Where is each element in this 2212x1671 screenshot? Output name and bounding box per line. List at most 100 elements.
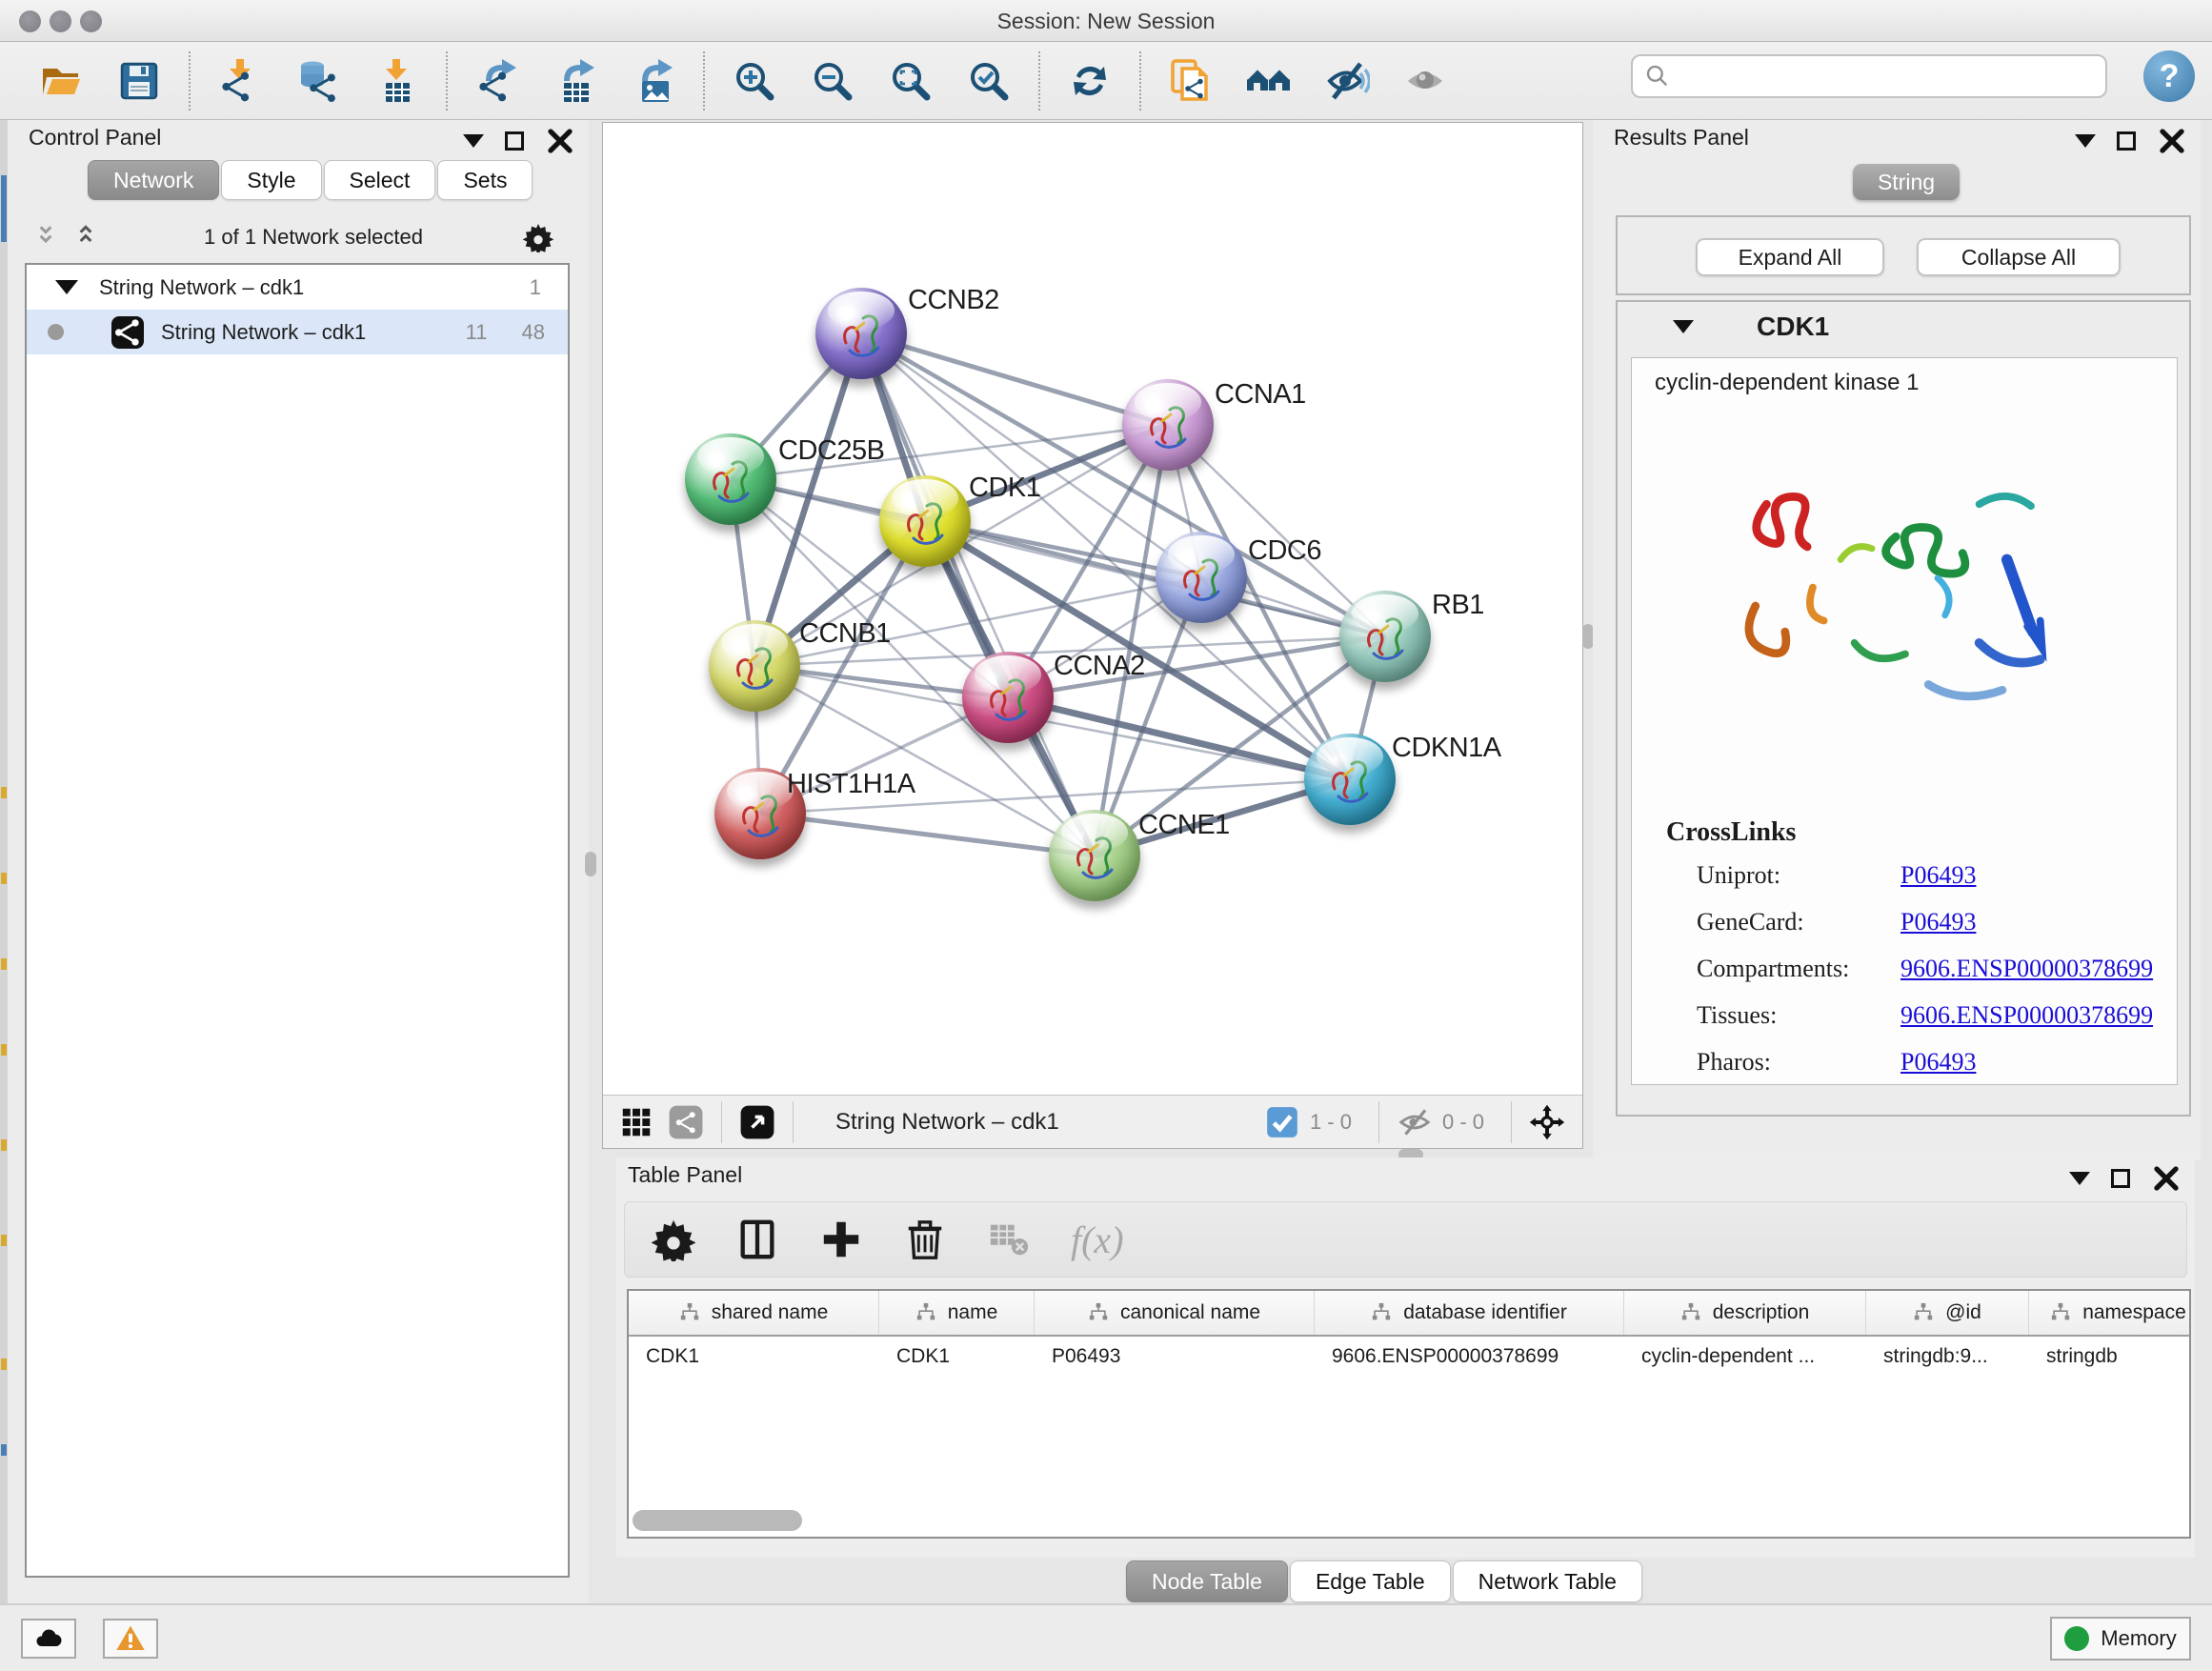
node-CDC25B[interactable] [685, 433, 776, 525]
column-header-name[interactable]: name [879, 1291, 1035, 1335]
panel-maximize-icon[interactable] [505, 131, 524, 151]
cloud-button[interactable] [21, 1619, 76, 1659]
export-table-icon[interactable] [551, 56, 600, 106]
network-options-gear-icon[interactable] [522, 222, 554, 252]
cell-@id[interactable]: stringdb:9... [1866, 1345, 2029, 1368]
export-network-icon[interactable] [473, 56, 522, 106]
zoom-out-icon[interactable] [808, 56, 857, 106]
cell-description[interactable]: cyclin-dependent ... [1624, 1345, 1866, 1368]
memory-label: Memory [2101, 1626, 2176, 1651]
import-table-icon[interactable] [372, 56, 421, 106]
expand-all-button[interactable]: Expand All [1696, 238, 1884, 276]
export-image-icon[interactable] [629, 56, 678, 106]
help-button[interactable]: ? [2143, 50, 2195, 102]
node-CCNB2[interactable] [815, 288, 907, 379]
panel-close-icon[interactable] [545, 126, 575, 156]
cell-database-identifier[interactable]: 9606.ENSP00000378699 [1315, 1345, 1624, 1368]
cell-shared-name[interactable]: CDK1 [629, 1345, 879, 1368]
show-columns-icon[interactable] [735, 1218, 779, 1261]
column-header-description[interactable]: description [1624, 1291, 1866, 1335]
panel-float-icon[interactable] [463, 134, 484, 148]
node-label-RB1: RB1 [1432, 590, 1484, 621]
gene-section-header[interactable]: CDK1 [1618, 302, 2189, 352]
network-view-panel: CCNB2CCNA1CDC25BCDK1CDC6RB1CCNB1CCNA2CDK… [602, 122, 1583, 1149]
collapse-all-networks-icon[interactable] [34, 222, 65, 252]
node-CCNA2[interactable] [962, 652, 1054, 743]
column-header-shared-name[interactable]: shared name [629, 1291, 879, 1335]
section-collapse-icon[interactable] [1673, 320, 1694, 333]
warnings-button[interactable] [103, 1619, 158, 1659]
column-header-@id[interactable]: @id [1866, 1291, 2029, 1335]
table-header-row: shared namenamecanonical namedatabase id… [629, 1291, 2189, 1337]
zoom-fit-icon[interactable] [886, 56, 935, 106]
delete-column-icon[interactable] [903, 1218, 947, 1261]
expand-all-networks-icon[interactable] [74, 222, 105, 252]
tab-sets[interactable]: Sets [437, 160, 533, 200]
collection-expand-icon[interactable] [55, 280, 78, 294]
zoom-in-icon[interactable] [730, 56, 779, 106]
show-view-icon[interactable] [1400, 56, 1450, 106]
panel-close-icon[interactable] [2151, 1163, 2182, 1194]
network-share-icon[interactable] [668, 1104, 704, 1140]
column-header-database-identifier[interactable]: database identifier [1315, 1291, 1624, 1335]
open-in-new-icon[interactable] [739, 1104, 775, 1140]
node-CCNB1[interactable] [709, 620, 800, 712]
cell-namespace[interactable]: stringdb [2029, 1345, 2191, 1368]
birdseye-grid-icon[interactable] [618, 1104, 654, 1140]
tab-string[interactable]: String [1853, 164, 1960, 200]
collapse-all-button[interactable]: Collapse All [1917, 238, 2121, 276]
panel-float-icon[interactable] [2069, 1172, 2090, 1185]
memory-button[interactable]: Memory [2050, 1617, 2191, 1661]
crosslink-link[interactable]: P06493 [1900, 1048, 1976, 1077]
tab-node-table[interactable]: Node Table [1126, 1560, 1288, 1602]
edge-hist1h1a-ccne1[interactable] [760, 814, 1095, 856]
column-header-namespace[interactable]: namespace [2029, 1291, 2191, 1335]
column-header-canonical-name[interactable]: canonical name [1035, 1291, 1315, 1335]
hidden-eye-icon[interactable] [1397, 1104, 1433, 1140]
node-RB1[interactable] [1339, 591, 1431, 682]
refresh-view-icon[interactable] [1065, 56, 1115, 106]
crosslink-link[interactable]: 9606.ENSP00000378699 [1900, 955, 2153, 983]
network-row-label: String Network – cdk1 [161, 320, 366, 345]
node-CDK1[interactable] [879, 475, 971, 567]
hide-selected-icon[interactable] [1322, 56, 1372, 106]
copy-style-icon[interactable] [1166, 56, 1216, 106]
table-horizontal-scrollbar[interactable] [633, 1510, 802, 1531]
add-column-icon[interactable] [819, 1218, 863, 1261]
tab-select[interactable]: Select [324, 160, 436, 200]
search-box[interactable] [1631, 54, 2107, 98]
tab-network-table[interactable]: Network Table [1453, 1560, 1642, 1602]
left-splitter-handle[interactable] [585, 852, 596, 876]
node-CDC6[interactable] [1156, 532, 1247, 623]
node-CCNA1[interactable] [1122, 379, 1214, 471]
search-input[interactable] [1673, 57, 2105, 95]
zoom-selected-icon[interactable] [964, 56, 1014, 106]
panel-maximize-icon[interactable] [2117, 131, 2136, 151]
table-data-row[interactable]: CDK1CDK1P064939606.ENSP00000378699cyclin… [629, 1337, 2189, 1377]
edge-ccna1-ccnb2[interactable] [861, 333, 1168, 425]
save-session-icon[interactable] [114, 56, 164, 106]
tab-edge-table[interactable]: Edge Table [1290, 1560, 1451, 1602]
tab-style[interactable]: Style [221, 160, 321, 200]
network-canvas[interactable]: CCNB2CCNA1CDC25BCDK1CDC6RB1CCNB1CCNA2CDK… [603, 123, 1582, 1095]
cell-canonical-name[interactable]: P06493 [1035, 1345, 1315, 1368]
crosslink-link[interactable]: 9606.ENSP00000378699 [1900, 1001, 2153, 1030]
open-session-icon[interactable] [36, 56, 86, 106]
import-network-icon[interactable] [215, 56, 265, 106]
crosslink-link[interactable]: P06493 [1900, 908, 1976, 936]
panel-close-icon[interactable] [2157, 126, 2187, 156]
panel-maximize-icon[interactable] [2111, 1169, 2130, 1188]
network-collection-row[interactable]: String Network – cdk1 1 [27, 265, 568, 310]
fit-move-crosshair-icon[interactable] [1529, 1104, 1565, 1140]
panel-float-icon[interactable] [2075, 134, 2096, 148]
tab-network[interactable]: Network [88, 160, 219, 200]
node-CCNE1[interactable] [1049, 810, 1140, 901]
node-CDKN1A[interactable] [1304, 734, 1396, 825]
network-row[interactable]: String Network – cdk1 11 48 [27, 310, 568, 354]
selected-checkbox-icon[interactable] [1264, 1104, 1300, 1140]
home-view-icon[interactable] [1244, 56, 1294, 106]
table-settings-gear-icon[interactable] [652, 1218, 695, 1261]
crosslink-link[interactable]: P06493 [1900, 861, 1976, 890]
import-database-icon[interactable] [293, 56, 343, 106]
cell-name[interactable]: CDK1 [879, 1345, 1035, 1368]
